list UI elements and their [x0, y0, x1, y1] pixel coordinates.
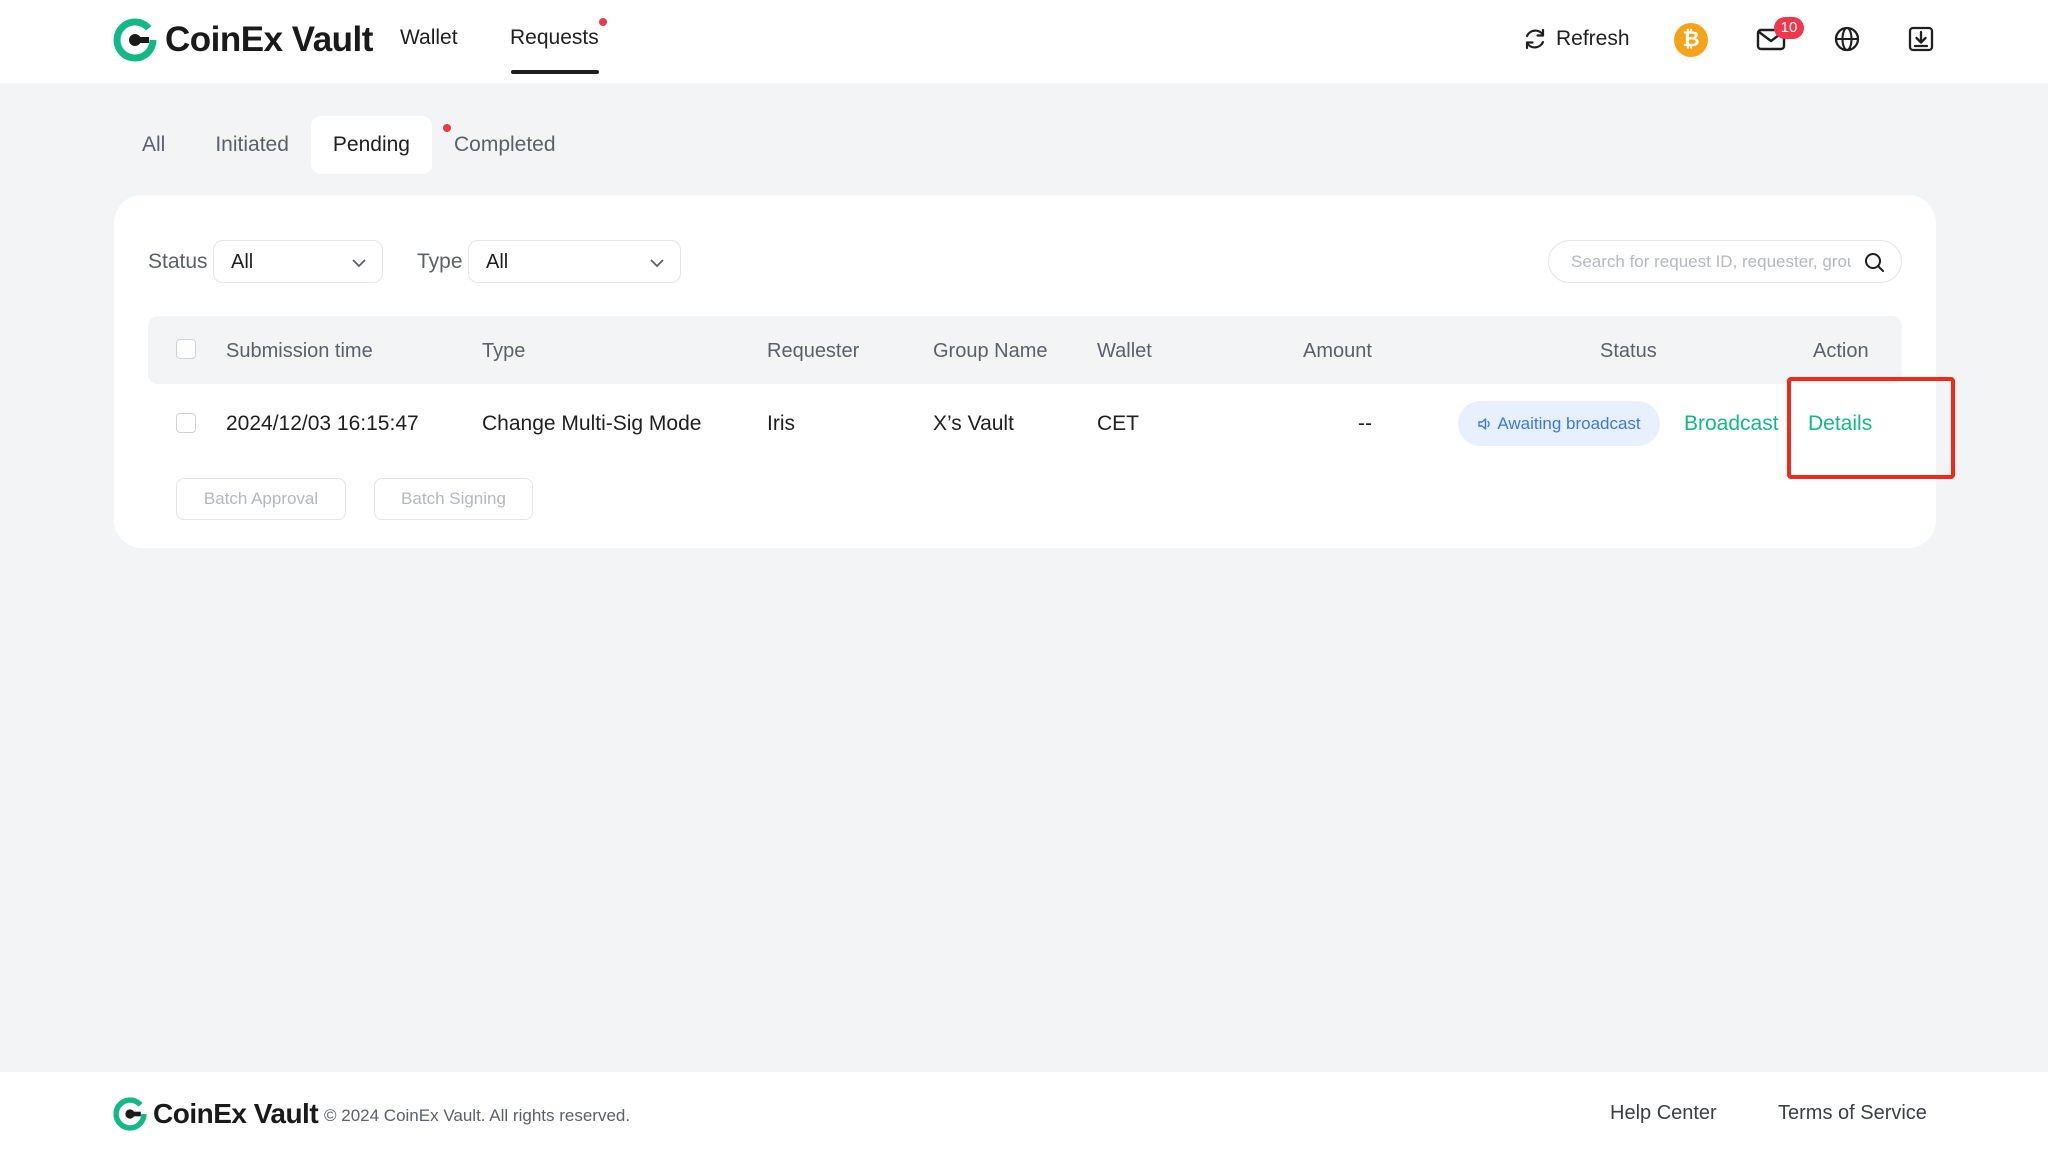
top-header: CoinEx Vault Wallet Requests Refresh ₿ 1…	[0, 0, 2048, 83]
row-requester: Iris	[767, 412, 795, 435]
brand-logo[interactable]: CoinEx Vault	[113, 18, 373, 62]
nav-requests[interactable]: Requests	[510, 26, 599, 50]
status-filter-select[interactable]: All	[213, 240, 383, 283]
chevron-down-icon	[650, 259, 664, 268]
row-checkbox[interactable]	[176, 413, 196, 433]
row-wallet: CET	[1097, 412, 1139, 435]
footer-brand-name: CoinEx Vault	[153, 1098, 319, 1129]
tab-initiated[interactable]: Initiated	[193, 116, 311, 174]
footer-brand-logo[interactable]: CoinEx Vault	[113, 1097, 319, 1131]
brand-name: CoinEx Vault	[165, 20, 373, 59]
requests-notification-dot	[599, 18, 607, 26]
search-icon[interactable]	[1863, 251, 1885, 273]
row-group-name: X’s Vault	[933, 412, 1014, 435]
type-filter-select[interactable]: All	[468, 240, 681, 283]
column-status: Status	[1600, 340, 1657, 362]
column-action: Action	[1813, 340, 1869, 362]
row-type: Change Multi-Sig Mode	[482, 412, 702, 435]
search-input[interactable]	[1571, 249, 1851, 275]
tab-pending[interactable]: Pending	[310, 116, 432, 174]
bitcoin-icon[interactable]: ₿	[1674, 23, 1708, 57]
refresh-label: Refresh	[1556, 27, 1630, 50]
batch-approval-button[interactable]: Batch Approval	[176, 478, 346, 520]
row-amount: --	[1358, 412, 1372, 435]
pending-notification-dot	[443, 124, 451, 132]
nav-wallet[interactable]: Wallet	[400, 26, 458, 50]
column-amount: Amount	[1303, 340, 1372, 362]
download-icon[interactable]	[1904, 22, 1938, 56]
coinex-logo-icon	[113, 1097, 147, 1131]
page-footer: CoinEx Vault © 2024 CoinEx Vault. All ri…	[0, 1072, 2048, 1151]
details-link[interactable]: Details	[1808, 412, 1872, 436]
status-badge: Awaiting broadcast	[1458, 401, 1660, 446]
globe-icon[interactable]	[1830, 22, 1864, 56]
terms-of-service-link[interactable]: Terms of Service	[1778, 1102, 1927, 1125]
column-type: Type	[482, 340, 526, 362]
status-badge-label: Awaiting broadcast	[1497, 413, 1641, 433]
status-filter-value: All	[231, 251, 254, 273]
column-wallet: Wallet	[1097, 340, 1152, 362]
type-filter-value: All	[486, 251, 509, 273]
mail-count-badge: 10	[1774, 17, 1804, 39]
tab-completed[interactable]: Completed	[432, 116, 578, 174]
row-submission-time: 2024/12/03 16:15:47	[226, 412, 419, 435]
column-requester: Requester	[767, 340, 860, 362]
column-submission-time: Submission time	[226, 340, 373, 362]
status-filter-label: Status	[148, 250, 208, 273]
tab-all[interactable]: All	[117, 116, 193, 174]
speaker-icon	[1478, 417, 1491, 430]
help-center-link[interactable]: Help Center	[1610, 1102, 1717, 1125]
type-filter-label: Type	[417, 250, 463, 273]
copyright-text: © 2024 CoinEx Vault. All rights reserved…	[324, 1106, 631, 1125]
nav-active-underline	[511, 70, 599, 74]
refresh-icon	[1525, 28, 1545, 50]
broadcast-link[interactable]: Broadcast	[1684, 412, 1779, 436]
chevron-down-icon	[352, 259, 366, 268]
select-all-checkbox[interactable]	[176, 339, 196, 359]
batch-signing-button[interactable]: Batch Signing	[374, 478, 533, 520]
request-tabs: All Initiated Pending Completed	[117, 116, 578, 174]
refresh-button[interactable]: Refresh	[1522, 26, 1630, 52]
search-box	[1548, 240, 1902, 283]
coinex-logo-icon	[113, 18, 157, 62]
column-group-name: Group Name	[933, 340, 1048, 362]
